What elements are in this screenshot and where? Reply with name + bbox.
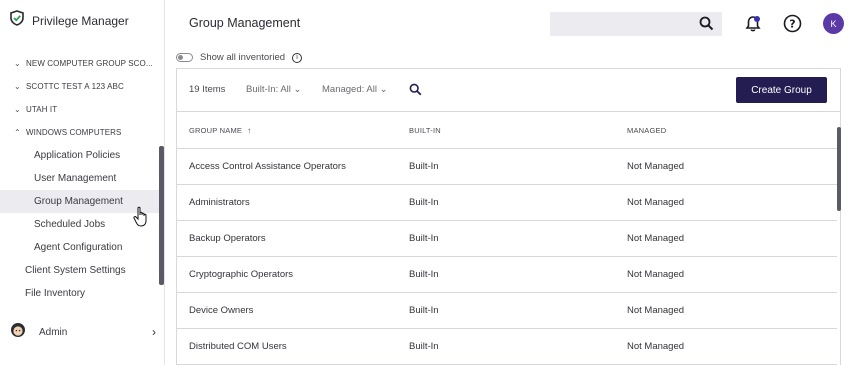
cell-group-name: Administrators bbox=[189, 197, 250, 208]
sidebar-group-label: SCOTTC TEST A 123 ABC bbox=[26, 82, 124, 91]
managed-filter-label: Managed: All bbox=[322, 84, 377, 95]
table-row[interactable]: Administrators Built-In Not Managed bbox=[177, 185, 837, 221]
sidebar-admin[interactable]: Admin › bbox=[0, 319, 165, 345]
column-header-built-in[interactable]: BUILT-IN bbox=[409, 126, 441, 135]
cell-group-name: Device Owners bbox=[189, 305, 254, 316]
cell-built-in: Built-In bbox=[409, 161, 439, 172]
cell-managed: Not Managed bbox=[627, 197, 685, 208]
search-icon[interactable] bbox=[699, 16, 714, 36]
svg-text:?: ? bbox=[789, 18, 795, 31]
user-avatar-icon bbox=[10, 322, 26, 343]
cell-group-name: Cryptographic Operators bbox=[189, 269, 294, 280]
sidebar-item-user-management[interactable]: User Management bbox=[0, 167, 165, 190]
chevron-down-icon: ⌄ bbox=[293, 84, 302, 95]
table-header: GROUP NAME ↑ BUILT-IN MANAGED bbox=[177, 112, 837, 149]
sidebar-group-label: NEW COMPUTER GROUP SCO... bbox=[26, 59, 153, 68]
built-in-filter[interactable]: Built-In: All ⌄ bbox=[246, 84, 302, 95]
table-scrollbar[interactable] bbox=[837, 127, 841, 211]
shield-check-icon bbox=[9, 10, 25, 31]
table-row[interactable]: Distributed COM Users Built-In Not Manag… bbox=[177, 329, 837, 365]
chevron-down-icon: ⌄ bbox=[14, 82, 21, 91]
search-input[interactable] bbox=[550, 12, 722, 36]
cell-managed: Not Managed bbox=[627, 341, 685, 352]
sidebar-nav: ⌄ NEW COMPUTER GROUP SCO... ⌄ SCOTTC TES… bbox=[0, 52, 165, 305]
sidebar-item-agent-configuration[interactable]: Agent Configuration bbox=[0, 236, 165, 259]
cell-built-in: Built-In bbox=[409, 197, 439, 208]
sidebar-group-windows-computers[interactable]: ⌃ WINDOWS COMPUTERS bbox=[0, 121, 165, 144]
managed-filter[interactable]: Managed: All ⌄ bbox=[322, 84, 388, 95]
group-table-panel: 19 Items Built-In: All ⌄ Managed: All ⌄ … bbox=[176, 68, 841, 365]
chevron-right-icon: › bbox=[152, 325, 156, 339]
page-title: Group Management bbox=[189, 16, 301, 30]
hand-cursor-icon bbox=[133, 206, 149, 233]
cell-managed: Not Managed bbox=[627, 161, 685, 172]
brand[interactable]: Privilege Manager bbox=[9, 10, 129, 31]
chevron-down-icon: ⌄ bbox=[379, 84, 388, 95]
table-row[interactable]: Backup Operators Built-In Not Managed bbox=[177, 221, 837, 257]
cell-built-in: Built-In bbox=[409, 341, 439, 352]
sidebar: Privilege Manager ⌄ NEW COMPUTER GROUP S… bbox=[0, 0, 165, 365]
cell-group-name: Access Control Assistance Operators bbox=[189, 161, 346, 172]
notifications-bell-icon[interactable] bbox=[744, 15, 762, 38]
table-row[interactable]: Access Control Assistance Operators Buil… bbox=[177, 149, 837, 185]
cell-managed: Not Managed bbox=[627, 305, 685, 316]
sort-up-arrow-icon: ↑ bbox=[247, 126, 252, 135]
toggle-label: Show all inventoried bbox=[200, 52, 286, 63]
sidebar-scrollbar[interactable] bbox=[159, 146, 164, 285]
cell-managed: Not Managed bbox=[627, 233, 685, 244]
create-group-button[interactable]: Create Group bbox=[736, 77, 827, 103]
chevron-down-icon: ⌄ bbox=[14, 59, 21, 68]
chevron-up-icon: ⌃ bbox=[14, 128, 21, 137]
sidebar-item-application-policies[interactable]: Application Policies bbox=[0, 144, 165, 167]
cell-group-name: Backup Operators bbox=[189, 233, 266, 244]
sidebar-group-label: UTAH IT bbox=[26, 105, 58, 114]
app-name: Privilege Manager bbox=[32, 13, 129, 28]
cell-built-in: Built-In bbox=[409, 233, 439, 244]
sidebar-item-client-system-settings[interactable]: Client System Settings bbox=[0, 259, 165, 282]
info-icon[interactable]: i bbox=[292, 52, 303, 63]
column-header-group-name[interactable]: GROUP NAME ↑ bbox=[189, 126, 251, 135]
cell-managed: Not Managed bbox=[627, 269, 685, 280]
cell-built-in: Built-In bbox=[409, 269, 439, 280]
item-count: 19 Items bbox=[189, 84, 226, 95]
column-label: GROUP NAME bbox=[189, 126, 243, 135]
sidebar-group-utah-it[interactable]: ⌄ UTAH IT bbox=[0, 98, 165, 121]
column-header-managed[interactable]: MANAGED bbox=[627, 126, 666, 135]
table-row[interactable]: Device Owners Built-In Not Managed bbox=[177, 293, 837, 329]
avatar[interactable]: K bbox=[823, 13, 844, 34]
sidebar-group-label: WINDOWS COMPUTERS bbox=[26, 128, 122, 137]
cell-built-in: Built-In bbox=[409, 305, 439, 316]
sidebar-group-scottc-test[interactable]: ⌄ SCOTTC TEST A 123 ABC bbox=[0, 75, 165, 98]
show-all-inventoried-toggle-row: Show all inventoried i bbox=[176, 52, 303, 63]
table-toolbar: 19 Items Built-In: All ⌄ Managed: All ⌄ … bbox=[177, 69, 840, 112]
sidebar-item-file-inventory[interactable]: File Inventory bbox=[0, 282, 165, 305]
cell-group-name: Distributed COM Users bbox=[189, 341, 287, 352]
table-search-icon[interactable] bbox=[409, 83, 422, 101]
built-in-filter-label: Built-In: All bbox=[246, 84, 291, 95]
show-all-inventoried-toggle[interactable] bbox=[176, 53, 193, 62]
admin-label: Admin bbox=[39, 326, 68, 338]
chevron-down-icon: ⌄ bbox=[14, 105, 21, 114]
table-row[interactable]: Cryptographic Operators Built-In Not Man… bbox=[177, 257, 837, 293]
sidebar-group-new-computer[interactable]: ⌄ NEW COMPUTER GROUP SCO... bbox=[0, 52, 165, 75]
help-icon[interactable]: ? bbox=[783, 14, 802, 38]
